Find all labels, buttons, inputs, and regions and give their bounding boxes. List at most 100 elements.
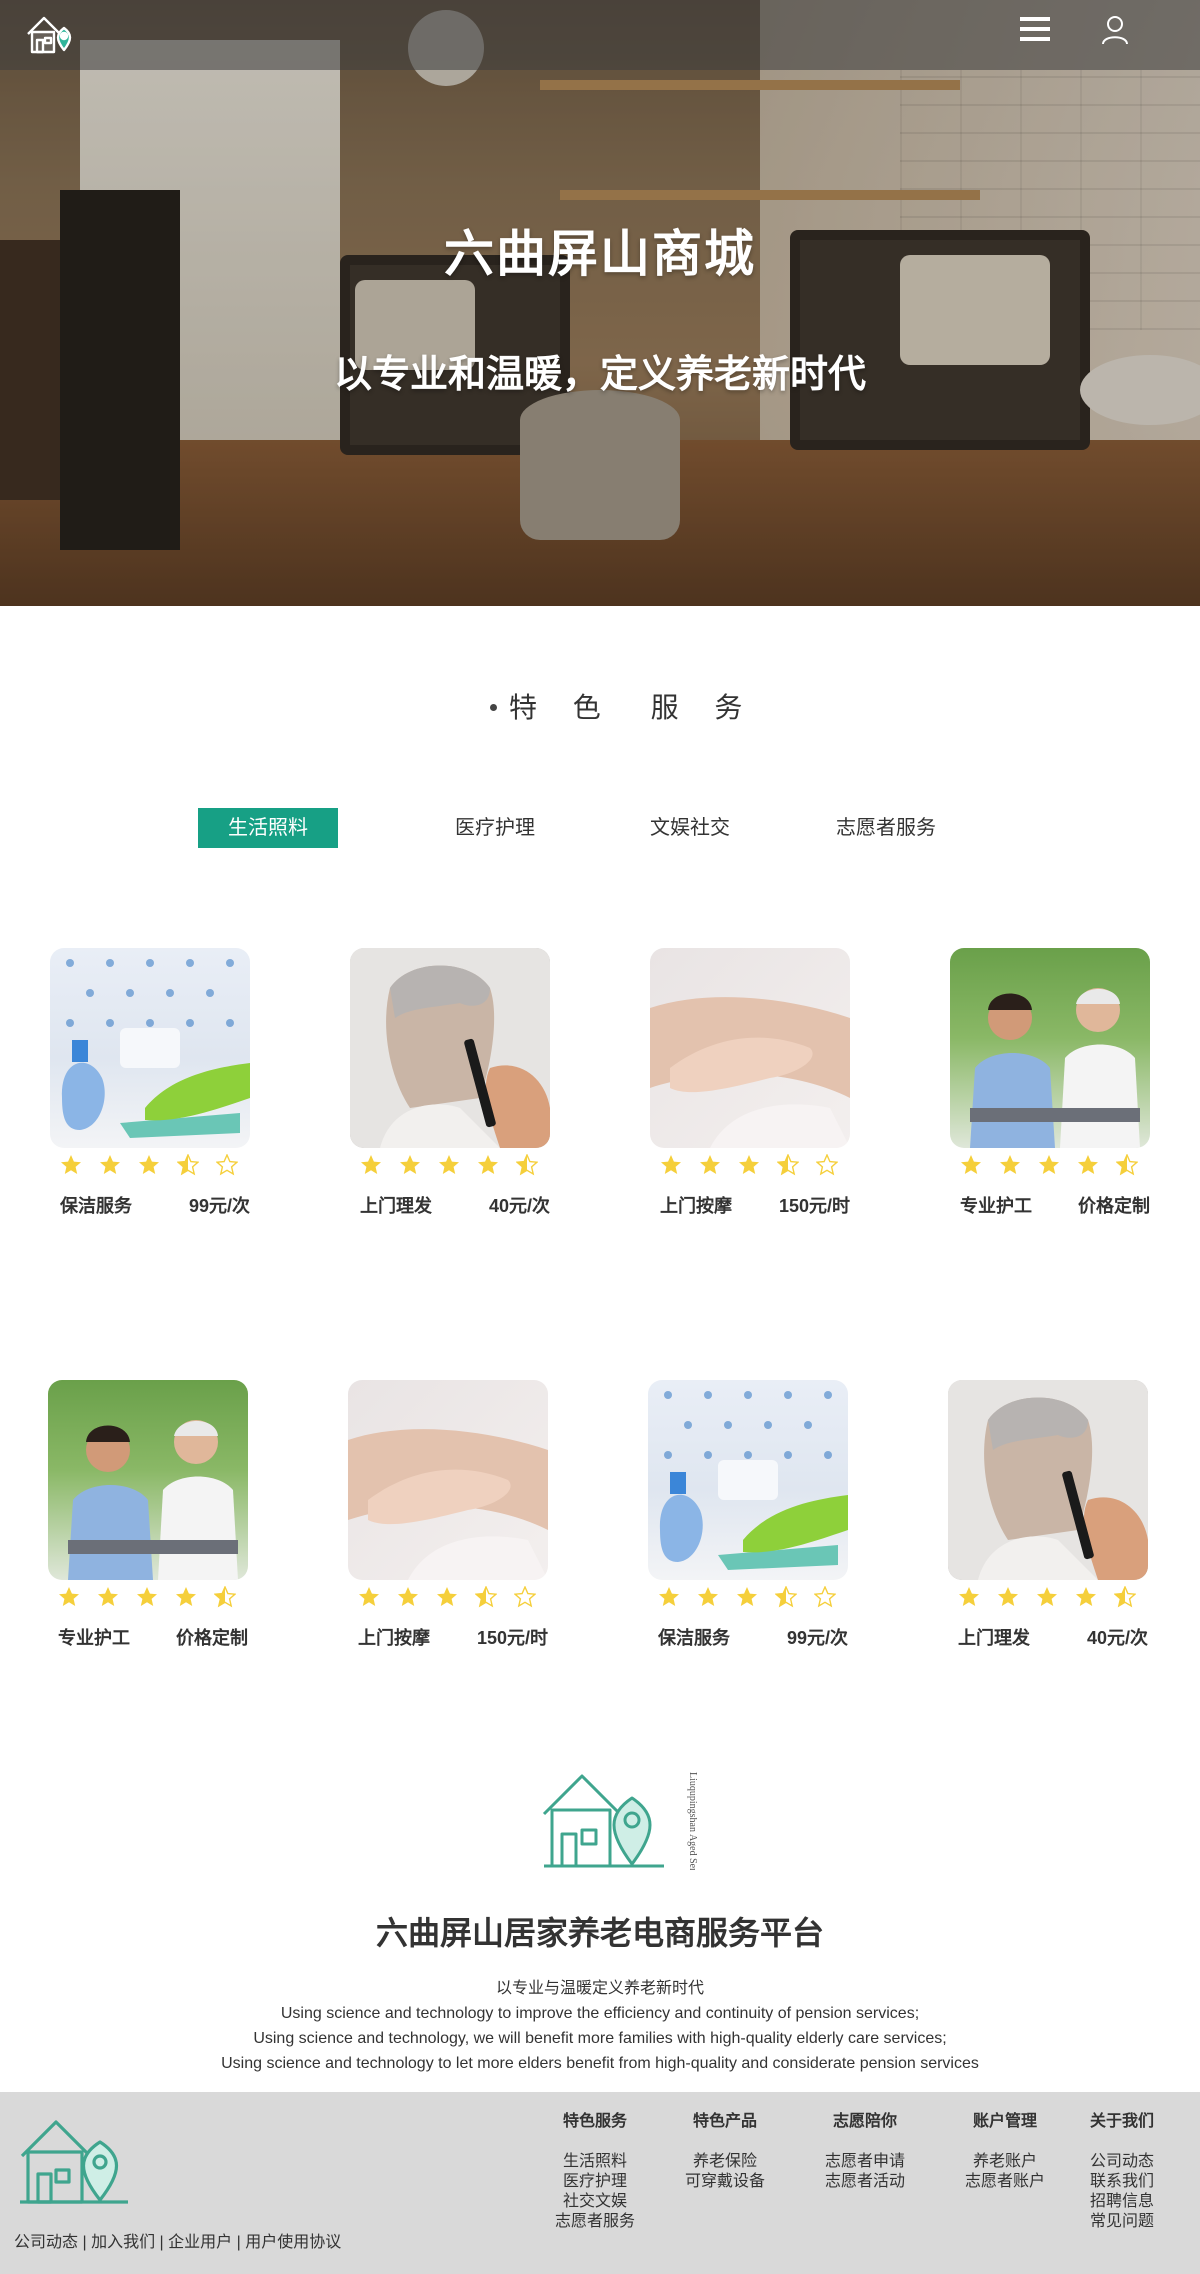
star-icon	[1039, 1155, 1059, 1174]
star-icon	[176, 1587, 196, 1606]
footer-col-item[interactable]: 志愿者账户	[958, 2172, 1052, 2192]
menu-icon[interactable]	[1018, 14, 1052, 44]
star-icon	[361, 1155, 381, 1174]
bullet-dot	[490, 704, 497, 712]
footer-col-item[interactable]: 生活照料	[552, 2152, 638, 2172]
footer-col-item[interactable]: 志愿者服务	[552, 2212, 638, 2232]
tab-medical-care[interactable]: 医疗护理	[440, 808, 550, 848]
star-icon	[816, 1154, 838, 1176]
footer-link-agreement[interactable]: 用户使用协议	[245, 2234, 341, 2251]
star-icon	[1076, 1587, 1096, 1606]
service-card[interactable]: 上门理发 40元/次	[948, 1380, 1148, 1648]
haircut-photo	[350, 948, 550, 1148]
service-price: 99元/次	[188, 1196, 250, 1216]
footer-col-item[interactable]: 志愿者申请	[818, 2152, 912, 2172]
footer-col-title: 志愿陪你	[832, 2113, 897, 2130]
footer-col-item[interactable]: 可穿戴设备	[680, 2172, 770, 2192]
tab-volunteer-service[interactable]: 志愿者服务	[826, 808, 946, 848]
rating-stars	[60, 1154, 255, 1178]
footer-link-join[interactable]: 加入我们	[91, 2234, 155, 2251]
service-name: 上门按摩	[358, 1628, 430, 1648]
star-icon	[177, 1154, 199, 1176]
top-nav-bar	[0, 0, 1200, 70]
star-icon	[139, 1155, 159, 1174]
rating-stars	[960, 1154, 1155, 1178]
service-card[interactable]: 专业护工 价格定制	[48, 1380, 248, 1648]
footer-col-title: 账户管理	[972, 2113, 1037, 2130]
service-name: 上门按摩	[660, 1196, 732, 1216]
service-card[interactable]: 专业护工 价格定制	[950, 948, 1150, 1216]
rating-stars	[958, 1586, 1153, 1610]
footer-col-item[interactable]: 志愿者活动	[818, 2172, 912, 2192]
service-price: 150元/时	[476, 1628, 548, 1648]
service-card[interactable]: 上门按摩 150元/时	[650, 948, 850, 1216]
service-name: 保洁服务	[60, 1196, 132, 1216]
star-icon	[1000, 1155, 1020, 1174]
footer-col-services: 特色服务 生活照料 医疗护理 社交文娱 志愿者服务	[552, 2112, 638, 2232]
service-card[interactable]: 上门理发 40元/次	[350, 948, 550, 1216]
star-icon	[961, 1155, 981, 1174]
footer: 公司动态 | 加入我们 | 企业用户 | 用户使用协议 特色服务 生活照料 医疗…	[0, 2092, 1200, 2274]
rating-stars	[58, 1586, 253, 1610]
service-card[interactable]: 上门按摩 150元/时	[348, 1380, 548, 1648]
service-price: 150元/时	[778, 1196, 850, 1216]
service-name: 专业护工	[960, 1196, 1032, 1216]
service-card[interactable]: 保洁服务 99元/次	[50, 948, 250, 1216]
footer-col-item[interactable]: 社交文娱	[552, 2192, 638, 2212]
hero-subtitle: 以专业和温暖，定义养老新时代	[333, 354, 866, 396]
rating-stars	[658, 1586, 853, 1610]
star-icon	[475, 1586, 497, 1608]
footer-col-item[interactable]: 常见问题	[1084, 2212, 1160, 2232]
star-icon	[216, 1154, 238, 1176]
footer-col-title: 关于我们	[1089, 2113, 1154, 2130]
footer-logo-icon[interactable]	[18, 2114, 132, 2206]
user-icon[interactable]	[1100, 14, 1130, 46]
rating-stars	[360, 1154, 555, 1178]
footer-col-about: 关于我们 公司动态 联系我们 招聘信息 常见问题	[1084, 2112, 1160, 2232]
brand-title: 六曲屏山居家养老电商服务平台	[375, 1915, 824, 1951]
hero-overlay	[0, 0, 1200, 606]
service-price: 99元/次	[786, 1628, 848, 1648]
footer-col-account: 账户管理 养老账户 志愿者账户	[958, 2112, 1052, 2192]
star-icon	[1078, 1155, 1098, 1174]
star-icon	[959, 1587, 979, 1606]
service-price: 40元/次	[488, 1196, 550, 1216]
star-icon	[777, 1154, 799, 1176]
footer-link-news[interactable]: 公司动态	[14, 2234, 78, 2251]
star-icon	[398, 1587, 418, 1606]
caregiver-photo	[950, 948, 1150, 1148]
footer-col-item[interactable]: 养老保险	[680, 2152, 770, 2172]
footer-col-item[interactable]: 公司动态	[1084, 2152, 1160, 2172]
hero-title: 六曲屏山商城	[444, 226, 756, 282]
footer-col-title: 特色产品	[692, 2113, 757, 2130]
star-icon	[439, 1155, 459, 1174]
star-icon	[214, 1586, 236, 1608]
footer-col-item[interactable]: 联系我们	[1084, 2172, 1160, 2192]
footer-col-item[interactable]: 招聘信息	[1084, 2192, 1160, 2212]
footer-link-enterprise[interactable]: 企业用户	[168, 2234, 232, 2251]
star-icon	[478, 1155, 498, 1174]
star-icon	[98, 1587, 118, 1606]
home-logo-icon[interactable]	[26, 12, 78, 56]
hero-banner: 六曲屏山商城 以专业和温暖，定义养老新时代	[0, 0, 1200, 606]
footer-col-products: 特色产品 养老保险 可穿戴设备	[680, 2112, 770, 2192]
tab-entertainment[interactable]: 文娱社交	[640, 808, 740, 848]
service-card[interactable]: 保洁服务 99元/次	[648, 1380, 848, 1648]
rating-stars	[358, 1586, 553, 1610]
brand-logo-text: Liuqupingshan Aged Service	[687, 1772, 698, 1870]
rating-stars	[660, 1154, 855, 1178]
star-icon	[739, 1155, 759, 1174]
brand-description: 以专业与温暖定义养老新时代 Using science and technolo…	[0, 1976, 1200, 2076]
section-title-part1: 特 色	[509, 692, 615, 723]
tab-life-care[interactable]: 生活照料	[198, 808, 338, 848]
caregiver-photo	[48, 1380, 248, 1580]
section-title: 特 色 服 务	[490, 686, 762, 726]
footer-col-item[interactable]: 医疗护理	[552, 2172, 638, 2192]
star-icon	[1114, 1586, 1136, 1608]
star-icon	[659, 1587, 679, 1606]
star-icon	[698, 1587, 718, 1606]
footer-col-item[interactable]: 养老账户	[958, 2152, 1052, 2172]
footer-col-title: 特色服务	[562, 2113, 627, 2130]
star-icon	[137, 1587, 157, 1606]
service-price: 价格定制	[1078, 1196, 1150, 1216]
